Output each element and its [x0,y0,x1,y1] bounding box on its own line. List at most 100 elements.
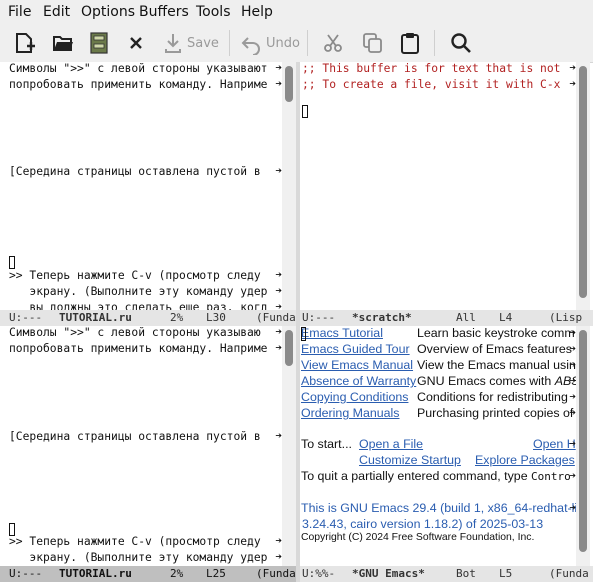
search-icon [451,33,471,53]
continuation-arrow: ➔ [275,62,282,74]
continuation-arrow: ➔ [275,284,282,297]
text-line: попробовать применить команду. Наприме [9,78,268,91]
menu-file[interactable]: File [8,4,31,20]
link-emacs-tutorial[interactable]: Emacs Tutorial [301,326,383,341]
save-icon [165,34,181,53]
scrollbar-thumb[interactable] [285,66,293,102]
menu-help[interactable]: Help [241,4,273,20]
modeline-line-number: L5 [499,567,513,580]
link-description: Conditions for redistributing [417,390,568,404]
link-absence-of-warranty[interactable]: Absence of Warranty [301,373,416,389]
menu-buffers[interactable]: Buffers [139,4,189,20]
cut-button[interactable] [322,28,344,58]
undo-button[interactable]: Undo [240,28,300,58]
minibuffer[interactable] [0,582,593,587]
open-folder-button[interactable] [51,28,75,58]
menu-options[interactable]: Options [81,4,135,20]
continuation-arrow: ➔ [275,550,282,563]
text-cursor [301,327,306,341]
close-buffer-button[interactable] [126,28,146,58]
scrollbar-thumb[interactable] [285,330,293,366]
modeline-state: U:--- [9,567,43,580]
modeline-line-number: L4 [499,311,513,324]
modeline-major-mode: (Funda [549,567,589,580]
search-button[interactable] [449,28,473,58]
modeline-state: U:--- [302,311,336,324]
continuation-arrow: ➔ [569,501,576,514]
dired-button[interactable] [88,28,110,58]
continuation-arrow: ➔ [569,390,576,403]
undo-label: Undo [266,35,300,51]
text-line: вы должны это сделать еще раз, когд [9,301,268,310]
continuation-arrow: ➔ [275,300,282,310]
undo-icon [241,37,260,55]
vertical-scrollbar[interactable] [576,62,590,310]
scrollbar-thumb[interactable] [579,330,587,552]
menu-tools[interactable]: Tools [196,4,231,20]
clipboard-icon [401,33,419,54]
customize-startup-link[interactable]: Customize Startup [359,452,461,468]
modeline-buffer-name: *scratch* [352,311,412,324]
modeline-state: U:%%- [302,567,336,580]
continuation-arrow: ➔ [569,358,576,371]
mode-line-splash[interactable]: U:%%- *GNU Emacs* Bot L5 (Funda [300,566,593,582]
explore-packages-link[interactable]: Explore Packages [475,452,575,468]
link-emacs-guided-tour[interactable]: Emacs Guided Tour [301,341,410,357]
modeline-position: All [456,311,476,324]
continuation-arrow: ➔ [275,164,282,177]
modeline-buffer-name: *GNU Emacs* [352,567,425,580]
link-description: Purchasing printed copies of [417,406,574,420]
vertical-scrollbar[interactable] [282,62,296,310]
vertical-scrollbar[interactable] [282,326,296,566]
vertical-scrollbar[interactable] [576,326,590,566]
scratch-window[interactable]: ;; This buffer is for text that is not ;… [300,62,576,310]
tutorial-window-bottom[interactable]: Символы ">>" с левой стороны указываю по… [0,326,282,566]
text-line: Символы ">>" с левой стороны указывают [9,62,268,75]
open-folder-icon [53,36,73,51]
comment-line: ;; This buffer is for text that is not [302,62,561,75]
modeline-position: 2% [170,567,184,580]
link-description: Overview of Emacs features a [417,342,576,356]
tool-bar: Save Undo [0,24,593,63]
link-view-emacs-manual[interactable]: View Emacs Manual [301,357,413,373]
mode-line-tutorial-bottom[interactable]: U:--- TUTORIAL.ru 2% L25 (Funda [0,566,296,582]
continuation-arrow: ➔ [275,534,282,547]
modeline-major-mode: (Funda [256,311,296,324]
copy-button[interactable] [361,28,383,58]
continuation-arrow: ➔ [275,341,282,354]
text-line: экрану. (Выполните эту команду удер [9,285,268,298]
quit-hint-text: To quit a partially entered command, typ… [301,469,532,483]
menu-bar: File Edit Options Buffers Tools Help [0,0,593,24]
link-ordering-manuals[interactable]: Ordering Manuals [301,405,399,421]
continuation-arrow: ➔ [569,326,576,339]
link-copying-conditions[interactable]: Copying Conditions [301,389,408,405]
modeline-buffer-name: TUTORIAL.ru [59,311,132,324]
continuation-arrow: ➔ [569,374,576,387]
splash-window[interactable]: Emacs Tutorial Learn basic keystroke com… [300,326,576,566]
continuation-arrow: ➔ [569,469,576,482]
close-icon [130,37,142,49]
copyright-notice: Copyright (C) 2024 Free Software Foundat… [301,532,535,543]
menu-edit[interactable]: Edit [43,4,70,20]
continuation-arrow: ➔ [275,77,282,90]
toolbar-separator [307,30,308,56]
open-file-link[interactable]: Open a File [359,436,423,452]
mode-line-tutorial-top[interactable]: U:--- TUTORIAL.ru 2% L30 (Funda [0,310,296,326]
scissors-icon [324,34,342,52]
link-description: GNU Emacs comes with ABSO [417,373,576,389]
continuation-arrow: ➔ [569,406,576,419]
save-button[interactable]: Save [163,28,219,58]
paste-button[interactable] [399,28,421,58]
text-line: [Середина страницы оставлена пустой в [9,165,261,178]
continuation-arrow: ➔ [275,268,282,281]
continuation-arrow: ➔ [275,429,282,442]
tutorial-window-top[interactable]: Символы ">>" с левой стороны указывают п… [0,62,282,310]
to-start-label: To start... [301,437,352,451]
modeline-line-number: L30 [206,311,226,324]
version-line-1: This is GNU Emacs 29.4 (build 1, x86_64-… [301,501,576,515]
mode-line-scratch[interactable]: U:--- *scratch* All L4 (Lisp [300,310,593,326]
new-file-button[interactable] [12,28,36,58]
modeline-major-mode: (Funda [256,567,296,580]
file-cabinet-icon [90,32,108,54]
scrollbar-thumb[interactable] [579,66,587,298]
